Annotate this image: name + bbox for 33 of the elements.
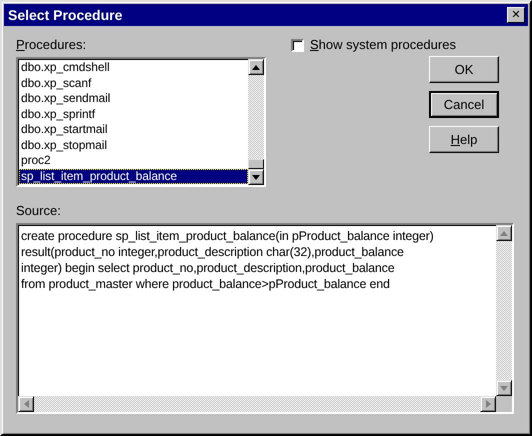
show-system-procedures-label[interactable]: Show system procedures	[310, 37, 456, 53]
procedure-item[interactable]: dbo.xp_cmdshell	[19, 60, 248, 76]
procedure-item[interactable]: dbo.xp_sendmail	[19, 91, 248, 106]
source-label: Source:	[16, 203, 62, 219]
dialog-button[interactable]: OK	[429, 56, 499, 83]
down-arrow-icon	[500, 386, 508, 390]
down-arrow-icon	[252, 174, 260, 180]
scroll-left-button[interactable]	[18, 396, 34, 412]
scroll-right-button[interactable]	[480, 396, 496, 412]
scroll-up-button[interactable]	[496, 225, 512, 241]
up-arrow-icon	[252, 64, 260, 70]
checkbox[interactable]	[291, 38, 304, 52]
procedure-item[interactable]: dbo.xp_stopmail	[19, 138, 248, 153]
dialog-button[interactable]: Cancel	[429, 91, 499, 118]
dialog-button[interactable]: Help	[429, 126, 499, 153]
close-button[interactable]: ✕	[507, 7, 525, 23]
scroll-down-button[interactable]	[248, 169, 264, 185]
scrollbar-thumb[interactable]	[248, 159, 264, 169]
procedures-label: Procedures:	[16, 37, 88, 53]
left-arrow-icon	[24, 400, 28, 408]
procedure-item[interactable]: proc2	[19, 153, 248, 168]
scroll-up-button[interactable]	[248, 59, 264, 75]
scrollbar-corner	[496, 396, 512, 412]
right-arrow-icon	[486, 400, 490, 408]
up-arrow-icon	[500, 230, 508, 236]
procedure-item[interactable]: dbo.xp_sprintf	[19, 106, 248, 122]
scroll-down-button[interactable]	[496, 380, 512, 396]
procedure-item[interactable]: dbo.xp_scanf	[19, 76, 248, 91]
procedure-item[interactable]: dbo.xp_startmail	[19, 122, 248, 138]
window-title: Select Procedure	[8, 7, 122, 23]
source-text: create procedure sp_list_item_product_balance(in pProduct_balance integer) result(product_no integer,product_description char(32),product_balance integer) begin select product_no,product_description,product_balance from product_master where product_balance>pProduct_balance end	[20, 228, 435, 293]
source-field[interactable]	[16, 223, 514, 414]
procedure-item[interactable]: sp_list_item_product_balance	[19, 168, 248, 184]
